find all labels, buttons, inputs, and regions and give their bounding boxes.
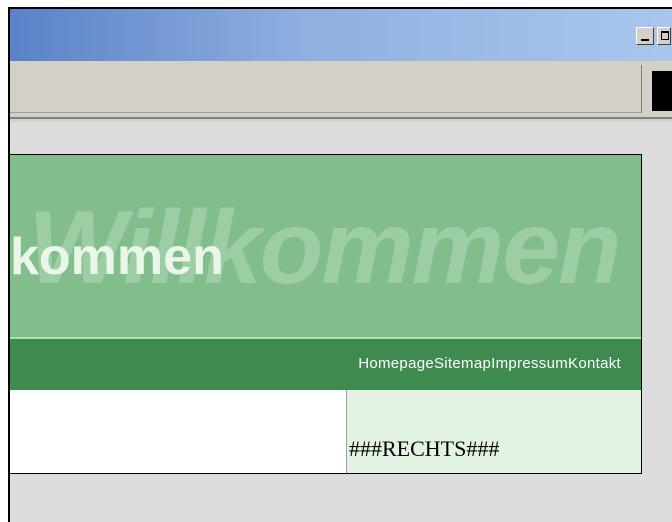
browser-window: Willkommen kommen Homepage Sitemap Impre…: [8, 7, 672, 522]
minimize-icon: [641, 39, 649, 41]
web-page: Willkommen kommen Homepage Sitemap Impre…: [10, 154, 642, 474]
title-bar: [10, 9, 672, 61]
navigation-bar: Homepage Sitemap Impressum Kontakt: [10, 339, 641, 390]
page-bottom-border: [10, 473, 641, 474]
minimize-button[interactable]: [636, 27, 654, 45]
maximize-button[interactable]: [657, 27, 671, 45]
nav-link-kontakt[interactable]: Kontakt: [568, 355, 621, 372]
banner-title: kommen: [10, 228, 224, 286]
right-placeholder-text: ###RECHTS###: [349, 436, 500, 461]
toolbar-panel: [10, 65, 642, 113]
nav-links: Homepage Sitemap Impressum Kontakt: [358, 355, 621, 372]
nav-link-impressum[interactable]: Impressum: [491, 355, 568, 372]
page-viewport: Willkommen kommen Homepage Sitemap Impre…: [10, 122, 672, 522]
content-right-column: ###RECHTS###: [347, 390, 641, 473]
toolbar-throbber: [652, 71, 672, 111]
maximize-icon: [661, 31, 669, 40]
header-banner: Willkommen kommen: [10, 155, 641, 339]
toolbar: [10, 61, 672, 119]
nav-link-sitemap[interactable]: Sitemap: [434, 355, 491, 372]
content-main: [10, 390, 347, 473]
nav-link-homepage[interactable]: Homepage: [358, 355, 434, 372]
